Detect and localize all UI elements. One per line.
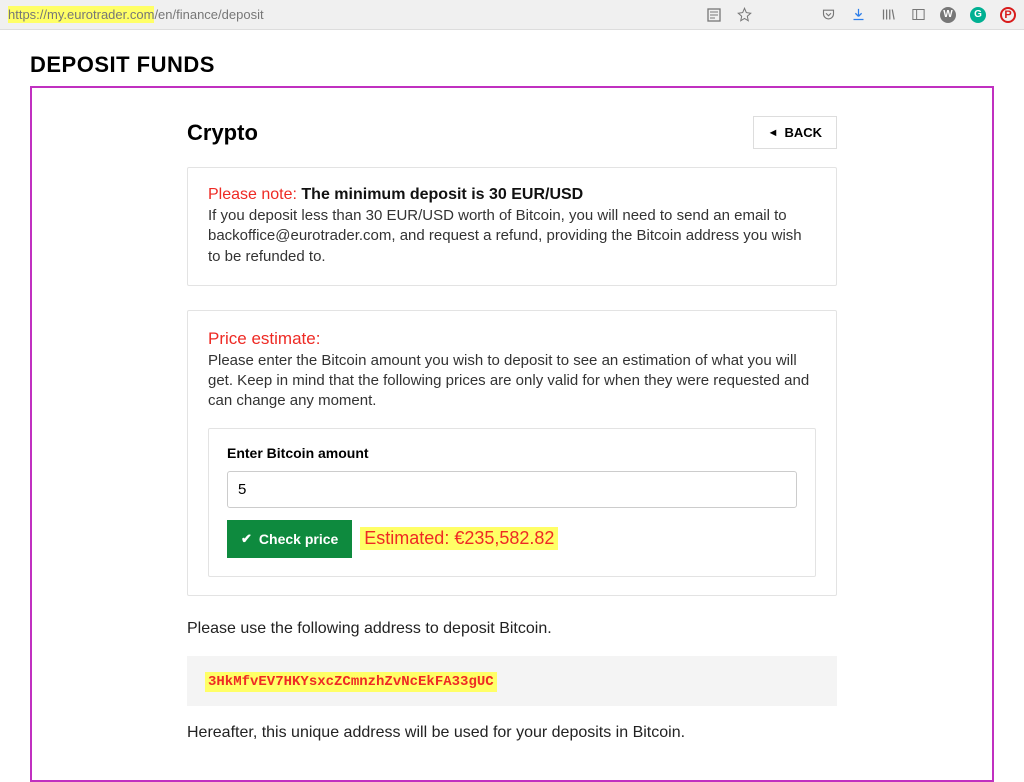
bitcoin-address[interactable]: 3HkMfvEV7HKYsxcZCmnzhZvNcEkFA33gUC [205,672,497,692]
deposit-intro: Please use the following address to depo… [187,620,837,638]
notice-label: Please note: [208,186,297,203]
bitcoin-amount-input[interactable] [227,471,797,508]
section-title: Crypto [187,120,258,146]
download-icon[interactable] [850,7,866,23]
browser-address-bar: https://my.eurotrader.com/en/finance/dep… [0,0,1024,30]
reader-icon[interactable] [706,7,722,23]
price-estimate-body: Please enter the Bitcoin amount you wish… [208,351,816,412]
grammarly-icon[interactable]: G [970,7,986,23]
amount-input-box: Enter Bitcoin amount ✔ Check price Estim… [208,428,816,577]
bookmark-star-icon[interactable] [736,7,752,23]
estimated-value: Estimated: €235,582.82 [360,527,558,550]
deposit-after: Hereafter, this unique address will be u… [187,724,837,742]
back-arrow-icon: ◄ [768,127,779,139]
notice-headline: The minimum deposit is 30 EUR/USD [301,186,583,203]
amount-input-label: Enter Bitcoin amount [227,445,797,461]
sidebar-icon[interactable] [910,7,926,23]
url-host: https://my.eurotrader.com [8,6,154,23]
check-icon: ✔ [241,531,252,547]
check-price-button[interactable]: ✔ Check price [227,520,352,558]
library-icon[interactable] [880,7,896,23]
back-button[interactable]: ◄ BACK [753,116,837,149]
bitcoin-address-box: 3HkMfvEV7HKYsxcZCmnzhZvNcEkFA33gUC [187,656,837,706]
extension-w-icon[interactable]: W [940,7,956,23]
pocket-icon[interactable] [820,7,836,23]
pinterest-icon[interactable]: P [1000,7,1016,23]
toolbar-icons: W G P [706,7,1016,23]
price-estimate-title: Price estimate: [208,329,816,349]
check-price-label: Check price [259,531,338,547]
notice-body: If you deposit less than 30 EUR/USD wort… [208,206,816,267]
back-label: BACK [784,125,822,140]
notice-card: Please note: The minimum deposit is 30 E… [187,167,837,286]
url-display: https://my.eurotrader.com/en/finance/dep… [8,7,706,22]
page-title: DEPOSIT FUNDS [30,52,1024,78]
highlighted-frame: Crypto ◄ BACK Please note: The minimum d… [30,86,994,782]
price-estimate-card: Price estimate: Please enter the Bitcoin… [187,310,837,596]
url-path: /en/finance/deposit [154,7,263,22]
